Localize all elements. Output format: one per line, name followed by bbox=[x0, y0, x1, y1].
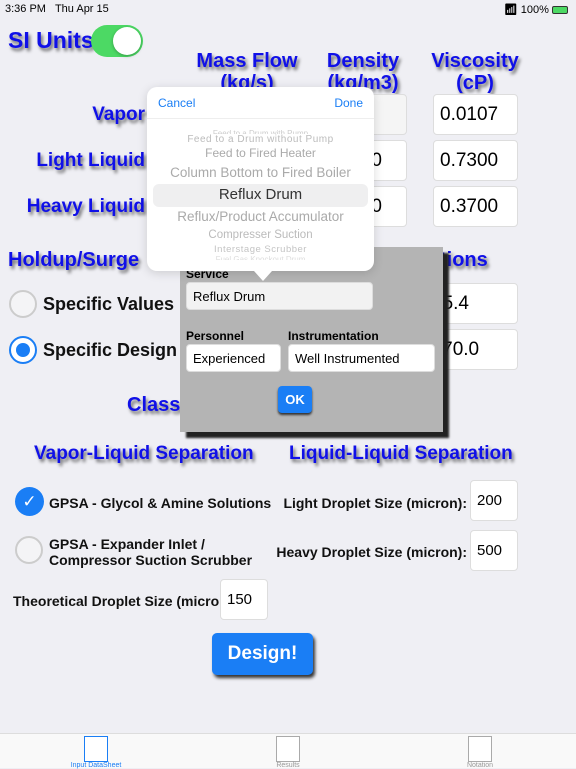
si-units-label: SI Units bbox=[8, 27, 94, 53]
instrumentation-field[interactable]: Well Instrumented bbox=[288, 344, 435, 372]
popover-arrow bbox=[254, 271, 272, 281]
tab-input-datasheet[interactable]: Input DataSheet bbox=[56, 736, 136, 769]
expander-inlet-label: GPSA - Expander Inlet / Compressor Suctio… bbox=[49, 536, 253, 568]
notation-icon bbox=[468, 736, 492, 762]
instrumentation-label: Instrumentation bbox=[288, 329, 379, 343]
light-droplet-label: Light Droplet Size (micron): bbox=[283, 495, 467, 511]
holdup-right-title: tions bbox=[440, 249, 488, 271]
specific-design-label: Specific Design bbox=[43, 340, 178, 360]
picker-item[interactable]: Column Bottom to Fired Boiler bbox=[147, 165, 374, 180]
vl-separation-title: Vapor-Liquid Separation bbox=[34, 443, 254, 464]
ll-separation-title: Liquid-Liquid Separation bbox=[289, 443, 513, 464]
heavy-droplet-input[interactable]: 500 bbox=[470, 530, 518, 571]
picker-item[interactable]: Reflux/Product Accumulator bbox=[147, 209, 374, 224]
class-label: Class bbox=[127, 394, 181, 416]
light-viscosity-input[interactable]: 0.7300 bbox=[433, 140, 518, 181]
picker-item[interactable]: Feed to Fired Heater bbox=[147, 146, 374, 160]
cancel-button[interactable]: Cancel bbox=[158, 96, 195, 110]
glycol-amine-label: GPSA - Glycol & Amine Solutions bbox=[49, 495, 272, 511]
si-units-toggle[interactable] bbox=[91, 25, 143, 57]
service-dialog: Service Reflux Drum Personnel Experience… bbox=[180, 247, 443, 432]
holdup-value-1-input[interactable]: 55.4 bbox=[433, 283, 518, 324]
vapor-viscosity-input[interactable]: 0.0107 bbox=[433, 94, 518, 135]
heavy-viscosity-input[interactable]: 0.3700 bbox=[433, 186, 518, 227]
picker-item-selected[interactable]: Reflux Drum bbox=[147, 186, 374, 203]
design-button[interactable]: Design! bbox=[212, 633, 313, 675]
vapor-label: Vapor bbox=[92, 104, 145, 125]
holdup-surge-title: Holdup/Surge bbox=[8, 249, 140, 271]
personnel-field[interactable]: Experienced bbox=[186, 344, 281, 372]
picker-item[interactable]: Feed to a Drum without Pump bbox=[147, 134, 374, 145]
picker-item[interactable]: Interstage Scrubber bbox=[147, 244, 374, 255]
service-field[interactable]: Reflux Drum bbox=[186, 282, 373, 310]
specific-design-radio[interactable] bbox=[9, 336, 37, 364]
specific-values-label: Specific Values bbox=[43, 294, 175, 314]
ok-button[interactable]: OK bbox=[278, 386, 312, 413]
theoretical-droplet-label: Theoretical Droplet Size (micron): bbox=[13, 593, 238, 609]
datasheet-icon bbox=[84, 736, 108, 762]
light-liquid-label: Light Liquid bbox=[36, 150, 145, 171]
theoretical-droplet-input[interactable]: 150 bbox=[220, 579, 268, 620]
heavy-liquid-label: Heavy Liquid bbox=[26, 196, 145, 217]
light-droplet-input[interactable]: 200 bbox=[470, 480, 518, 521]
picker-item[interactable]: Compresser Suction bbox=[147, 229, 374, 241]
picker-item[interactable]: Fuel Gas Knockout Drum bbox=[147, 255, 374, 260]
heavy-droplet-label: Heavy Droplet Size (micron): bbox=[276, 544, 467, 560]
personnel-label: Personnel bbox=[186, 329, 245, 343]
glycol-amine-checkbox[interactable]: ✓ bbox=[15, 487, 44, 516]
done-button[interactable]: Done bbox=[334, 96, 363, 110]
status-battery: 📶︎ 100% bbox=[504, 3, 568, 16]
service-picker-popover: Cancel Done Feed to a Drum with Pump Fee… bbox=[147, 87, 374, 271]
tab-results[interactable]: Results bbox=[248, 736, 328, 769]
viscosity-header: Viscosity (cP) bbox=[431, 50, 519, 94]
status-time: 3:36 PM Thu Apr 15 bbox=[5, 3, 109, 15]
specific-values-radio[interactable] bbox=[9, 290, 37, 318]
expander-inlet-radio[interactable] bbox=[15, 536, 43, 564]
tab-notation[interactable]: Notation bbox=[440, 736, 520, 769]
results-icon bbox=[276, 736, 300, 762]
